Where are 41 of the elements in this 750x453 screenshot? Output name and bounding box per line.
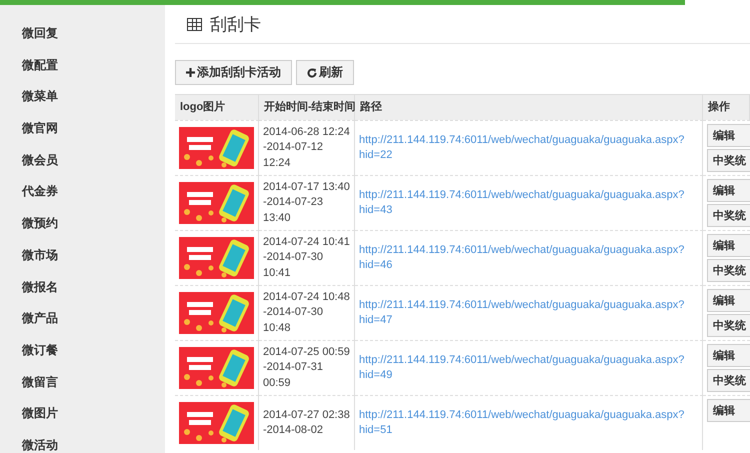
column-header: logo图片: [175, 95, 259, 120]
sidebar-item[interactable]: 微官网: [0, 113, 165, 145]
sidebar-item[interactable]: 微活动: [0, 430, 165, 453]
sidebar-item[interactable]: 微市场: [0, 240, 165, 272]
sidebar-item[interactable]: 微配置: [0, 50, 165, 82]
sidebar-item[interactable]: 微预约: [0, 208, 165, 240]
sidebar-item[interactable]: 微菜单: [0, 81, 165, 114]
stats-button[interactable]: 中奖统: [707, 259, 750, 282]
sidebar-item[interactable]: 微报名: [0, 272, 165, 304]
column-header: 路径: [355, 95, 703, 120]
edit-button[interactable]: 编辑: [707, 234, 750, 257]
edit-button[interactable]: 编辑: [707, 124, 750, 147]
column-header: 开始时间-结束时间: [259, 95, 355, 120]
stats-button[interactable]: 中奖统: [707, 204, 750, 227]
time-range: 2014-07-24 10:48 -2014-07-30 10:48: [263, 290, 350, 336]
page-title: 刮刮卡: [210, 14, 261, 36]
plus-icon: [186, 68, 195, 77]
time-range: 2014-07-25 00:59 -2014-07-31 00:59: [263, 344, 350, 391]
edit-button[interactable]: 编辑: [707, 399, 750, 422]
time-range: 2014-06-28 12:24 -2014-07-12 12:24: [263, 124, 350, 171]
edit-button[interactable]: 编辑: [707, 179, 750, 202]
column-header: 操作: [703, 95, 750, 120]
sidebar-item[interactable]: 微图片: [0, 398, 165, 430]
sidebar-item[interactable]: 微订餐: [0, 334, 165, 367]
sidebar-item[interactable]: 代金券: [0, 176, 165, 208]
stats-button[interactable]: 中奖统: [707, 149, 750, 172]
edit-button[interactable]: 编辑: [707, 344, 750, 367]
stats-button[interactable]: 中奖统: [707, 314, 750, 337]
time-range: 2014-07-24 10:41 -2014-07-30 10:41: [263, 234, 350, 281]
stats-button[interactable]: 中奖统: [707, 369, 750, 392]
add-button[interactable]: 添加刮刮卡活动: [175, 60, 292, 85]
refresh-button[interactable]: 刷新: [296, 60, 354, 85]
sidebar-item[interactable]: 微会员: [0, 144, 165, 176]
time-range: 2014-07-17 13:40 -2014-07-23 13:40: [263, 180, 350, 226]
sidebar-item[interactable]: 微产品: [0, 303, 165, 335]
sidebar-item[interactable]: 微回复: [0, 18, 165, 50]
table-icon: [187, 18, 202, 30]
time-range: 2014-07-27 02:38 -2014-08-02: [263, 408, 350, 438]
sidebar-item[interactable]: 微留言: [0, 366, 165, 398]
edit-button[interactable]: 编辑: [707, 289, 750, 312]
refresh-icon: [307, 68, 317, 78]
